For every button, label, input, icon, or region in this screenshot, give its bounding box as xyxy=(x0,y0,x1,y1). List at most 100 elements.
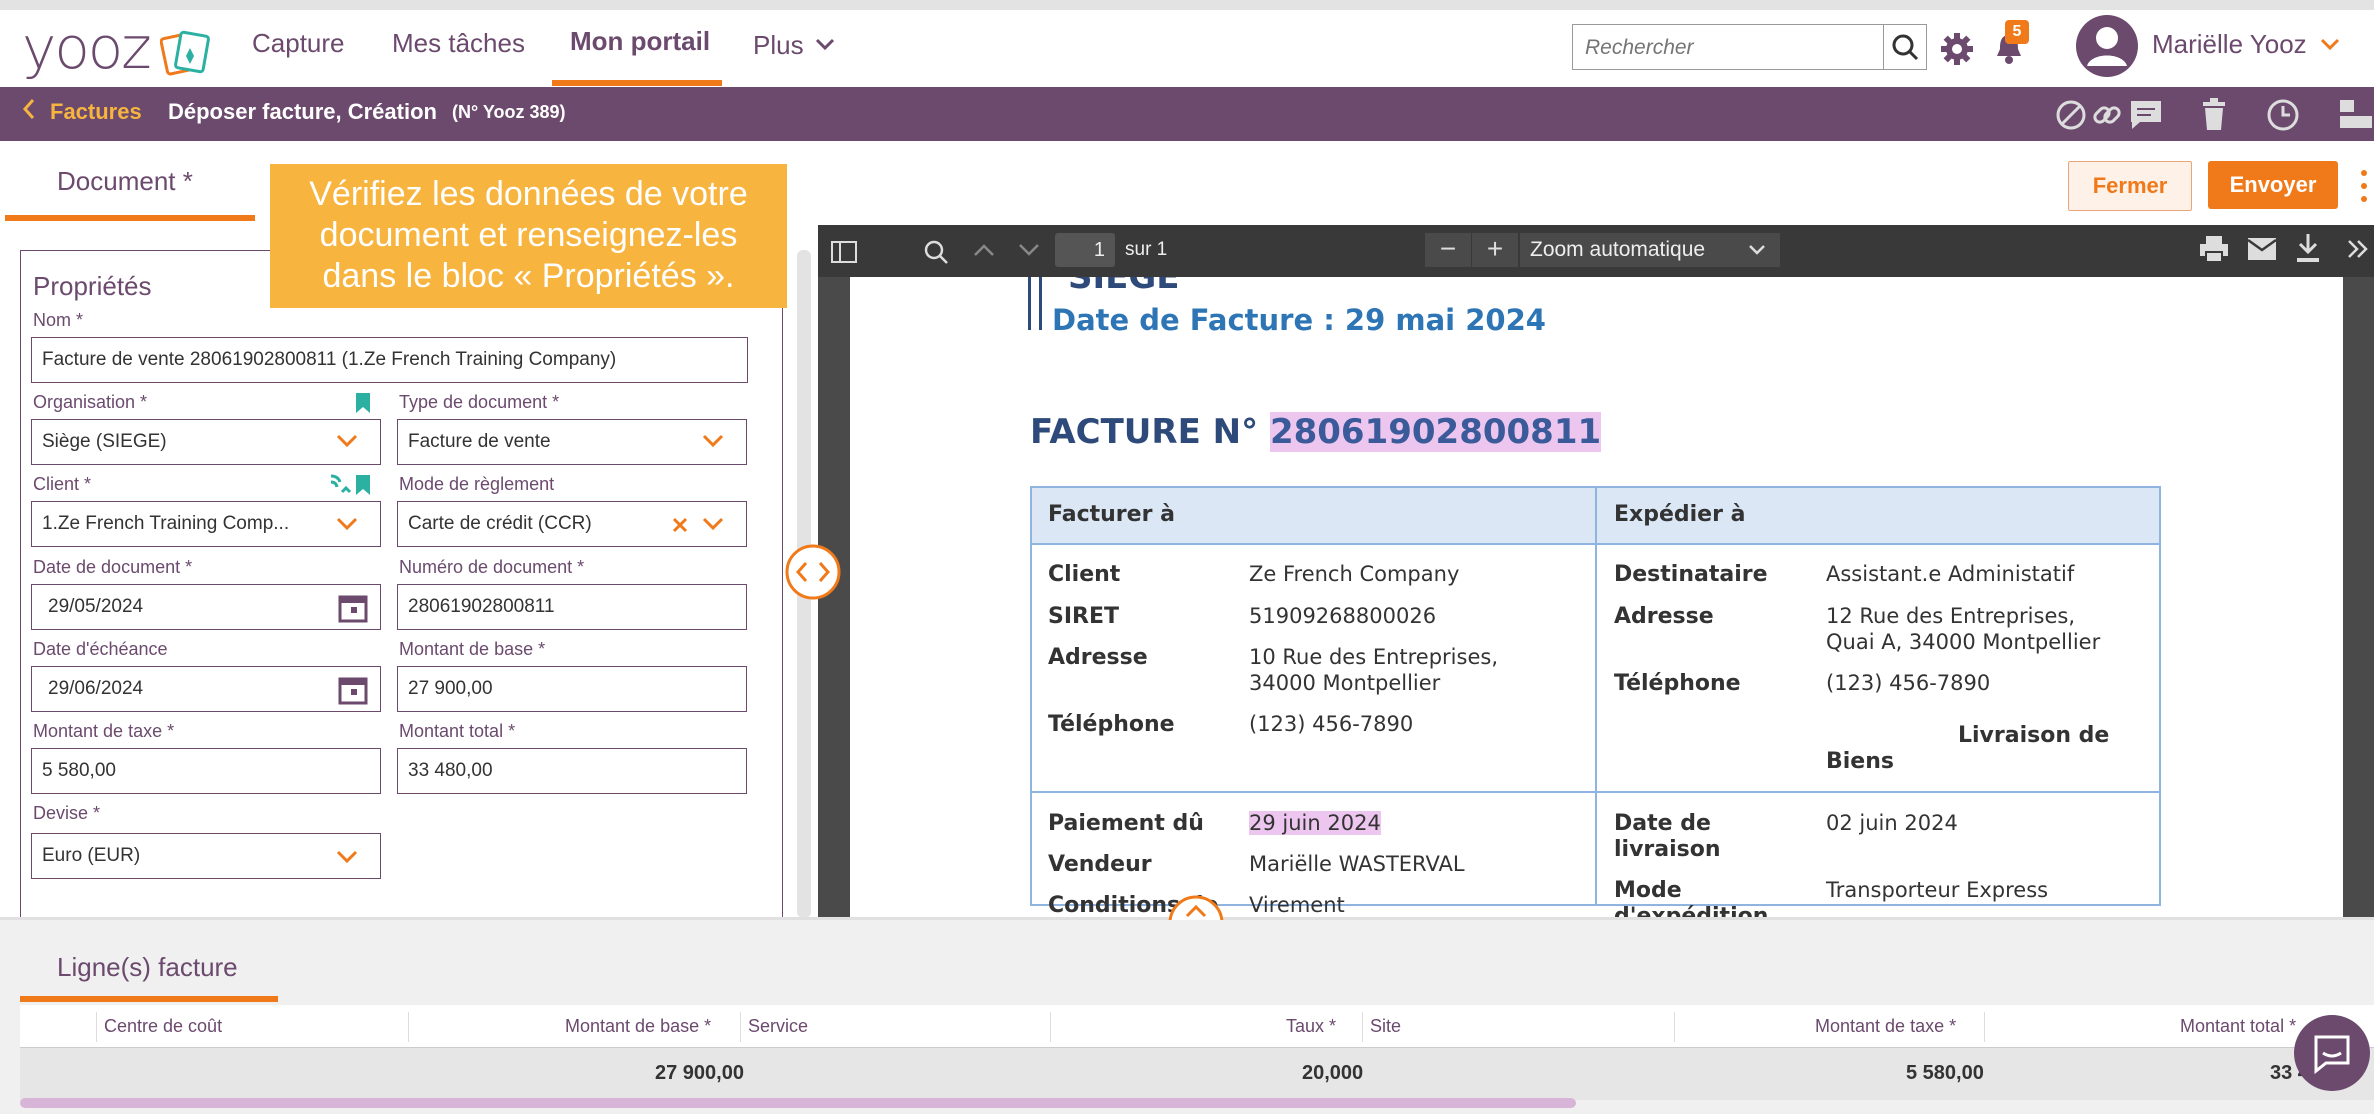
col-service[interactable]: Service xyxy=(748,1016,808,1037)
document-number-field[interactable]: 28061902800811 xyxy=(397,584,747,630)
document-date-field[interactable]: 29/05/2024 xyxy=(31,584,381,630)
zoom-select[interactable]: Zoom automatique xyxy=(1520,233,1780,267)
col-base-amount[interactable]: Montant de base * xyxy=(565,1016,711,1037)
page-count: sur 1 xyxy=(1125,239,1168,260)
bookmark-icon[interactable] xyxy=(355,392,371,414)
nav-capture[interactable]: Capture xyxy=(252,28,345,59)
pdf-client-value: Ze French Company xyxy=(1249,562,1460,586)
reject-icon[interactable] xyxy=(2054,98,2088,132)
grid-header xyxy=(20,1005,2374,1047)
send-button[interactable]: Envoyer xyxy=(2208,161,2338,209)
tab-document[interactable]: Document * xyxy=(57,166,193,197)
pdf-siret-value: 51909268800026 xyxy=(1249,604,1437,628)
client-sync-icon[interactable] xyxy=(328,472,354,496)
pdf-phone-key: Téléphone xyxy=(1048,712,1175,737)
page-number-input[interactable]: 1 xyxy=(1055,233,1115,267)
doctype-select[interactable]: Facture de vente xyxy=(397,419,747,465)
grid-horizontal-scrollbar[interactable] xyxy=(20,1098,1576,1108)
total-amount-field[interactable]: 33 480,00 xyxy=(397,748,747,794)
pdf-address-line-2: 34000 Montpellier xyxy=(1249,671,1441,695)
col-divider xyxy=(408,1012,409,1042)
previous-page-icon[interactable] xyxy=(973,242,995,258)
tooltip-line-2: document et renseignez-les xyxy=(319,216,738,254)
email-icon[interactable] xyxy=(2246,236,2278,262)
tab-invoice-lines[interactable]: Ligne(s) facture xyxy=(57,952,238,983)
more-options-icon[interactable] xyxy=(2358,168,2370,204)
zoom-chevron-icon[interactable] xyxy=(1748,244,1766,256)
name-field[interactable]: Facture de vente 28061902800811 (1.Ze Fr… xyxy=(31,337,748,383)
download-icon[interactable] xyxy=(2294,232,2322,264)
organisation-select[interactable]: Siège (SIEGE) xyxy=(31,419,381,465)
nav-plus[interactable]: Plus xyxy=(753,30,804,61)
tax-amount-field[interactable]: 5 580,00 xyxy=(31,748,381,794)
pdf-side-rule xyxy=(1028,277,1042,330)
yooz-logo[interactable]: yooz xyxy=(22,14,152,82)
comment-icon[interactable] xyxy=(2128,98,2164,132)
tab-invoice-lines-underline xyxy=(20,996,278,1002)
pdf-ship-phone-key: Téléphone xyxy=(1614,671,1741,696)
tools-menu-icon[interactable] xyxy=(2346,238,2370,260)
document-date-label: Date de document * xyxy=(33,557,193,577)
viewer-search-icon[interactable] xyxy=(922,238,950,266)
client-bookmark-icon[interactable] xyxy=(355,474,371,496)
pdf-ship-phone-value: (123) 456-7890 xyxy=(1826,671,1991,695)
table-row[interactable] xyxy=(20,1047,2374,1100)
payment-mode-select[interactable]: Carte de crédit (CCR) xyxy=(397,501,747,547)
close-button[interactable]: Fermer xyxy=(2068,161,2192,211)
trash-icon[interactable] xyxy=(2200,98,2228,132)
payment-chevron-icon[interactable] xyxy=(702,517,724,531)
search-box[interactable] xyxy=(1572,24,1884,70)
zoom-in-button[interactable]: + xyxy=(1472,233,1518,267)
pdf-ship-to: Expédier à xyxy=(1614,502,1746,527)
doctype-chevron-icon[interactable] xyxy=(702,434,724,448)
client-select[interactable]: 1.Ze French Training Comp... xyxy=(31,501,381,547)
tooltip-line-1: Vérifiez les données de votre xyxy=(309,175,748,213)
nav-mes-taches[interactable]: Mes tâches xyxy=(392,28,525,59)
layout-toggle-icon[interactable] xyxy=(2338,98,2374,132)
user-menu-chevron-icon[interactable] xyxy=(2320,38,2340,52)
zoom-out-button[interactable]: − xyxy=(1425,233,1471,267)
horizontal-splitter-handle[interactable] xyxy=(784,543,842,601)
col-divider xyxy=(740,1012,741,1042)
col-tax-amount[interactable]: Montant de taxe * xyxy=(1815,1016,1956,1037)
col-site[interactable]: Site xyxy=(1370,1016,1401,1037)
due-date-field[interactable]: 29/06/2024 xyxy=(31,666,381,712)
pdf-shipping-mode-key-2: d'expédition xyxy=(1614,904,1769,917)
print-icon[interactable] xyxy=(2198,234,2230,264)
currency-chevron-icon[interactable] xyxy=(336,850,358,864)
user-name[interactable]: Mariëlle Yooz xyxy=(2152,29,2307,60)
search-input[interactable] xyxy=(1583,35,1827,61)
back-chevron-icon[interactable] xyxy=(22,98,36,120)
chevron-down-icon[interactable] xyxy=(815,38,835,52)
nav-mon-portail[interactable]: Mon portail xyxy=(570,26,710,57)
payment-mode-label: Mode de règlement xyxy=(399,474,555,494)
breadcrumb-back-link[interactable]: Factures xyxy=(50,99,142,125)
due-date-calendar-icon[interactable] xyxy=(338,675,368,705)
avatar-icon[interactable] xyxy=(2075,14,2139,78)
col-rate[interactable]: Taux * xyxy=(1286,1016,1336,1037)
client-chevron-icon[interactable] xyxy=(336,517,358,531)
pdf-column-divider xyxy=(1595,486,1597,906)
col-divider xyxy=(1674,1012,1675,1042)
client-label: Client * xyxy=(33,474,92,494)
col-total-amount[interactable]: Montant total * xyxy=(2180,1016,2296,1037)
history-clock-icon[interactable] xyxy=(2266,98,2300,132)
currency-select[interactable]: Euro (EUR) xyxy=(31,833,381,879)
pdf-page: SIEGE Date de Facture : 29 mai 2024 FACT… xyxy=(850,277,2343,917)
clear-x-icon[interactable] xyxy=(672,517,688,533)
pdf-phone-value: (123) 456-7890 xyxy=(1249,712,1414,736)
link-icon[interactable] xyxy=(2090,98,2124,132)
chat-support-icon[interactable] xyxy=(2292,1013,2372,1093)
pdf-payment-due-key: Paiement dû xyxy=(1048,811,1204,836)
next-page-icon[interactable] xyxy=(1018,242,1040,258)
pdf-recipient-value: Assistant.e Administatif xyxy=(1826,562,2075,586)
calendar-icon[interactable] xyxy=(338,593,368,623)
pdf-siret-key: SIRET xyxy=(1048,604,1120,629)
col-cost-center[interactable]: Centre de coût xyxy=(104,1016,222,1037)
organisation-chevron-icon[interactable] xyxy=(336,434,358,448)
search-button[interactable] xyxy=(1883,24,1927,70)
gear-icon[interactable] xyxy=(1940,32,1974,66)
base-amount-field[interactable]: 27 900,00 xyxy=(397,666,747,712)
pdf-delivery-type-line-1: Livraison de xyxy=(1958,723,2110,748)
sidebar-toggle-icon[interactable] xyxy=(830,240,858,264)
